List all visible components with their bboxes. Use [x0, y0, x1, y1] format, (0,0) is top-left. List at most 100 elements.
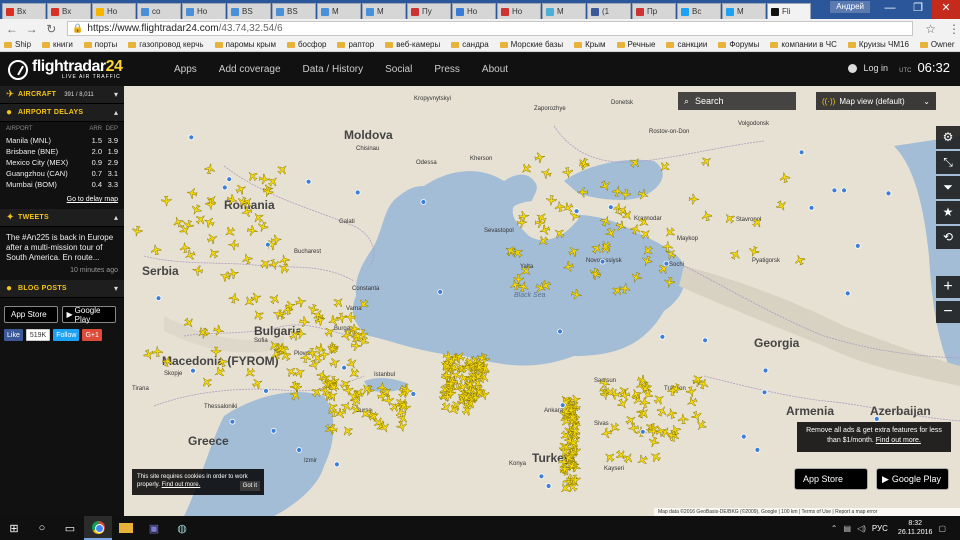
browser-tab[interactable]: Нo	[497, 3, 541, 19]
aircraft-icon[interactable]	[182, 316, 196, 330]
aircraft-icon[interactable]	[630, 271, 643, 284]
aircraft-icon[interactable]	[599, 214, 612, 227]
aircraft-icon[interactable]	[664, 247, 678, 261]
chevron-down-icon[interactable]: ▾	[114, 284, 118, 293]
browser-tab[interactable]: Вх	[47, 3, 91, 19]
aircraft-icon[interactable]	[212, 365, 226, 379]
aircraft-icon[interactable]	[256, 221, 269, 234]
airport-pin-icon[interactable]	[229, 418, 236, 425]
airport-pin-icon[interactable]	[885, 190, 892, 197]
aircraft-icon[interactable]	[562, 167, 573, 178]
aircraft-icon[interactable]	[340, 399, 354, 413]
star-bookmark-icon[interactable]: ☆	[925, 22, 936, 36]
aircraft-icon[interactable]	[204, 163, 216, 175]
aircraft-icon[interactable]	[624, 413, 638, 427]
aircraft-icon[interactable]	[228, 239, 239, 251]
aircraft-icon[interactable]	[243, 366, 257, 380]
map-app-store-button[interactable]: App Store	[794, 468, 868, 490]
bookmark-item[interactable]: компании в ЧС	[770, 40, 837, 49]
airport-pin-icon[interactable]	[841, 187, 847, 194]
aircraft-icon[interactable]	[340, 424, 354, 438]
aircraft-icon[interactable]	[210, 346, 222, 358]
aircraft-icon[interactable]	[700, 154, 714, 168]
browser-tab[interactable]: Нo	[92, 3, 136, 19]
airport-pin-icon[interactable]	[754, 446, 761, 453]
aircraft-icon[interactable]	[205, 199, 216, 210]
aircraft-icon[interactable]	[639, 227, 653, 241]
airport-pin-icon[interactable]	[221, 184, 228, 191]
browser-tab[interactable]: BS	[227, 3, 271, 19]
menu-icon[interactable]: ⋮	[948, 22, 960, 36]
language-indicator[interactable]: РУС	[872, 524, 888, 533]
aircraft-icon[interactable]	[347, 367, 361, 381]
airport-pin-icon[interactable]	[264, 241, 271, 248]
browser-tab[interactable]: Fli	[767, 3, 811, 19]
bookmark-item[interactable]: Крым	[574, 40, 606, 49]
profile-button[interactable]: Андрей	[830, 1, 870, 13]
browser-tab[interactable]: Вх	[2, 3, 46, 19]
browser-tab[interactable]: M	[362, 3, 406, 19]
aircraft-icon[interactable]	[202, 215, 215, 228]
facebook-like-button[interactable]: Like	[4, 329, 23, 341]
aircraft-icon[interactable]	[278, 254, 290, 266]
tweet-text[interactable]: The #An225 is back in Europe after a mul…	[0, 227, 124, 267]
twitter-follow-button[interactable]: Follow	[53, 329, 80, 341]
aircraft-icon[interactable]	[534, 151, 546, 163]
aircraft-icon[interactable]	[647, 436, 660, 449]
tweets-header[interactable]: ✦ TWEETS ▴	[0, 209, 124, 227]
nav-social[interactable]: Social	[385, 64, 412, 75]
airport-pin-icon[interactable]	[639, 428, 646, 435]
aircraft-icon[interactable]	[289, 388, 303, 402]
aircraft-icon[interactable]	[223, 225, 237, 239]
bookmark-item[interactable]: книги	[42, 40, 73, 49]
airport-pin-icon[interactable]	[599, 258, 606, 265]
aircraft-icon[interactable]	[196, 326, 210, 340]
airport-pin-icon[interactable]	[702, 337, 708, 344]
aircraft-icon[interactable]	[640, 255, 653, 268]
aircraft-icon[interactable]	[690, 410, 703, 423]
aircraft-icon[interactable]	[277, 261, 291, 275]
aircraft-icon[interactable]	[516, 217, 528, 228]
flight-map[interactable]: MoldovaRomaniaBulgariaSerbiaGreeceTurkey…	[124, 86, 960, 516]
airport-pin-icon[interactable]	[437, 288, 444, 295]
airport-pin-icon[interactable]	[557, 328, 563, 335]
browser-tab[interactable]: co	[137, 3, 181, 19]
aircraft-icon[interactable]	[604, 226, 618, 240]
aircraft-icon[interactable]	[779, 171, 791, 183]
airport-pin-icon[interactable]	[188, 134, 195, 141]
filter-settings-icon[interactable]: ⤡	[936, 151, 960, 174]
aircraft-icon[interactable]	[344, 312, 356, 323]
delay-row[interactable]: Mexico City (MEX) 0.9 2.9	[6, 157, 118, 168]
browser-tab[interactable]: (1	[587, 3, 631, 19]
aircraft-icon[interactable]	[775, 199, 789, 213]
browser-tab[interactable]: Нo	[452, 3, 496, 19]
aircraft-icon[interactable]	[216, 355, 229, 368]
airport-pin-icon[interactable]	[545, 483, 552, 489]
airport-pin-icon[interactable]	[808, 204, 815, 211]
aircraft-icon[interactable]	[567, 245, 580, 258]
aircraft-icon[interactable]	[685, 386, 697, 398]
airport-pin-icon[interactable]	[226, 176, 233, 183]
aircraft-icon[interactable]	[571, 288, 583, 301]
aircraft-icon[interactable]	[729, 247, 743, 261]
aircraft-icon[interactable]	[677, 413, 689, 425]
aircraft-icon[interactable]	[299, 316, 310, 327]
aircraft-icon[interactable]	[191, 264, 204, 276]
chevron-up-icon[interactable]: ▴	[114, 213, 118, 222]
aircraft-icon[interactable]	[194, 212, 208, 226]
aircraft-icon[interactable]	[245, 169, 259, 183]
aircraft-icon[interactable]	[610, 283, 624, 297]
aircraft-icon[interactable]	[558, 482, 572, 496]
aircraft-icon[interactable]	[268, 292, 282, 306]
filter-icon[interactable]: ⏷	[936, 176, 960, 199]
aircraft-icon[interactable]	[327, 314, 340, 327]
google-play-button[interactable]: ▶ Google Play	[61, 306, 116, 324]
bookmark-item[interactable]: Форумы	[718, 40, 759, 49]
aircraft-icon[interactable]	[599, 180, 612, 193]
airport-pin-icon[interactable]	[607, 204, 614, 211]
airport-pin-icon[interactable]	[762, 367, 769, 374]
airport-pin-icon[interactable]	[798, 149, 805, 156]
app-taskbar-icon[interactable]: ◍	[168, 516, 196, 540]
aircraft-icon[interactable]	[356, 297, 370, 311]
airport-pin-icon[interactable]	[155, 295, 162, 302]
